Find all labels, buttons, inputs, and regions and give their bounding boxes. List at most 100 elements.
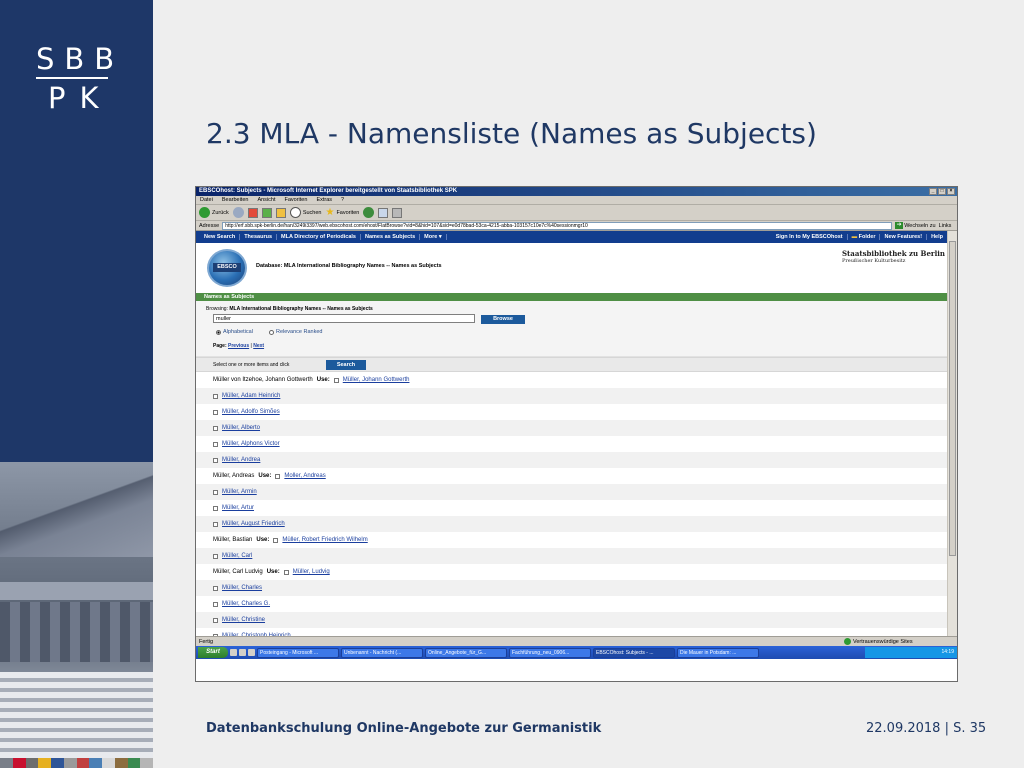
quicklaunch-icon[interactable]	[230, 649, 237, 656]
result-checkbox[interactable]	[213, 505, 218, 511]
menu-datei[interactable]: Datei	[200, 196, 213, 204]
forward-button[interactable]	[232, 207, 244, 218]
result-link[interactable]: Müller, Adolfo Simões	[222, 409, 280, 415]
result-row: Müller, Charles	[196, 580, 948, 596]
result-link[interactable]: Müller, Charles	[222, 585, 262, 591]
result-link[interactable]: Müller, Christine	[222, 617, 265, 623]
browsing-line: Browsing: MLA International Bibliography…	[206, 306, 373, 312]
result-use-link[interactable]: Müller, Robert Friedrich Wilhelm	[282, 537, 367, 543]
taskbar-item-active[interactable]: EBSCOhost: Subjects - ...	[593, 647, 675, 658]
brand-line-2: Preußischer Kulturbesitz	[842, 258, 906, 264]
ebsco-logo-text: EBSCO	[213, 263, 241, 272]
taskbar-item[interactable]: Die Mauer in Potsdam: ...	[677, 647, 759, 658]
result-checkbox[interactable]	[213, 409, 218, 415]
result-checkbox[interactable]	[213, 489, 218, 495]
close-button[interactable]: ×	[947, 188, 955, 195]
nav-more[interactable]: More ▾	[420, 234, 447, 240]
go-label: Wechseln zu	[904, 222, 936, 229]
result-row: Müller, Andreas Use: Moller, Andreas	[196, 468, 948, 484]
print-icon[interactable]	[392, 207, 403, 218]
result-checkbox[interactable]	[275, 473, 281, 479]
results-list: Müller von Itzehoe, Johann Gottwerth Use:…	[196, 372, 948, 636]
taskbar-item[interactable]: Posteingang - Microsoft ...	[257, 647, 339, 658]
result-link[interactable]: Müller, Carl	[222, 553, 252, 559]
taskbar-item[interactable]: Unbenannt - Nachricht (...	[341, 647, 423, 658]
result-link[interactable]: Müller, Alphons Victor	[222, 441, 280, 447]
favorites-button[interactable]: ★ Favoriten	[325, 207, 359, 218]
result-link[interactable]: Müller, Charles G.	[222, 601, 270, 607]
scrollbar-thumb[interactable]	[949, 241, 956, 556]
window-controls: _ □ ×	[929, 188, 955, 195]
menu-extras[interactable]: Extras	[316, 196, 332, 204]
nav-sign-in[interactable]: Sign In to My EBSCOhost	[772, 234, 848, 240]
nav-mla-directory[interactable]: MLA Directory of Periodicals	[277, 234, 361, 240]
radio-relevance[interactable]: Relevance Ranked	[268, 329, 322, 335]
nav-thesaurus[interactable]: Thesaurus	[240, 234, 278, 240]
result-checkbox[interactable]	[213, 441, 218, 447]
taskbar-item[interactable]: Online_Angebote_für_G...	[425, 647, 507, 658]
select-instruction: Select one or more items and click	[213, 362, 290, 368]
result-use-link[interactable]: Müller, Ludvig	[293, 569, 330, 575]
search-selected-button[interactable]: Search	[326, 360, 366, 370]
nav-new-search[interactable]: New Search	[200, 234, 241, 240]
result-checkbox[interactable]	[213, 425, 218, 431]
refresh-icon[interactable]	[261, 207, 272, 218]
result-use-link[interactable]: Müller, Johann Gottwerth	[343, 377, 410, 383]
result-checkbox[interactable]	[213, 521, 218, 527]
result-row: Müller von Itzehoe, Johann Gottwerth Use:…	[196, 372, 948, 388]
previous-link[interactable]: Previous	[228, 343, 249, 349]
back-button[interactable]: Zurück	[199, 207, 229, 218]
result-checkbox[interactable]	[213, 393, 218, 399]
result-link[interactable]: Müller, Armin	[222, 489, 257, 495]
browse-term-input[interactable]: muller	[213, 314, 475, 323]
menu-ansicht[interactable]: Ansicht	[257, 196, 275, 204]
maximize-button[interactable]: □	[938, 188, 946, 195]
quicklaunch-icon[interactable]	[239, 649, 246, 656]
result-checkbox[interactable]	[213, 585, 218, 591]
home-icon[interactable]	[275, 207, 286, 218]
color-strip-segment	[63, 758, 77, 768]
result-use-link[interactable]: Moller, Andreas	[284, 473, 325, 479]
search-button[interactable]: Suchen	[289, 207, 321, 218]
nav-folder[interactable]: ▬ Folder	[848, 234, 881, 240]
nav-new-features[interactable]: New Features!	[880, 234, 928, 240]
menu-help[interactable]: ?	[341, 196, 344, 204]
result-link[interactable]: Müller, Andrea	[222, 457, 260, 463]
result-link[interactable]: Müller, Alberto	[222, 425, 260, 431]
next-link[interactable]: Next	[253, 343, 264, 349]
result-checkbox[interactable]	[333, 377, 339, 383]
address-label: Adresse	[199, 222, 220, 229]
stop-icon[interactable]	[247, 207, 258, 218]
result-checkbox[interactable]	[213, 457, 218, 463]
mail-icon[interactable]	[378, 207, 389, 218]
window-titlebar: EBSCOhost: Subjects - Microsoft Internet…	[196, 187, 957, 196]
browse-button[interactable]: Browse	[481, 315, 525, 324]
history-icon[interactable]	[363, 207, 375, 218]
start-button[interactable]: Start	[198, 647, 228, 658]
result-checkbox[interactable]	[213, 601, 218, 607]
minimize-button[interactable]: _	[929, 188, 937, 195]
use-label: Use:	[256, 537, 270, 543]
result-row: Müller, Alphons Victor	[196, 436, 948, 452]
browser-screenshot: EBSCOhost: Subjects - Microsoft Internet…	[195, 186, 958, 682]
logo-line-2: PK	[48, 81, 113, 115]
result-link[interactable]: Müller, Artur	[222, 505, 254, 511]
links-label[interactable]: Links	[939, 223, 952, 229]
radio-alphabetical[interactable]: Alphabetical	[216, 329, 253, 335]
nav-help[interactable]: Help	[927, 234, 948, 240]
quicklaunch-icon[interactable]	[248, 649, 255, 656]
result-link[interactable]: Müller, August Friedrich	[222, 521, 285, 527]
menu-favoriten[interactable]: Favoriten	[285, 196, 308, 204]
result-checkbox[interactable]	[213, 617, 218, 623]
menu-bearbeiten[interactable]: Bearbeiten	[222, 196, 249, 204]
result-link[interactable]: Müller, Adam Heinrich	[222, 393, 280, 399]
vertical-scrollbar[interactable]	[947, 231, 957, 636]
go-button[interactable]: ➔ Wechseln zu	[895, 222, 936, 229]
result-checkbox[interactable]	[283, 569, 289, 575]
nav-names-as-subjects[interactable]: Names as Subjects	[361, 234, 421, 240]
taskbar-item[interactable]: Fachführung_neu_0906...	[509, 647, 591, 658]
result-checkbox[interactable]	[213, 553, 218, 559]
ebsco-logo[interactable]: EBSCO	[207, 249, 247, 287]
result-checkbox[interactable]	[273, 537, 279, 543]
url-input[interactable]: http://erf.sbb.spk-berlin.de/han/3249i33…	[222, 221, 893, 230]
